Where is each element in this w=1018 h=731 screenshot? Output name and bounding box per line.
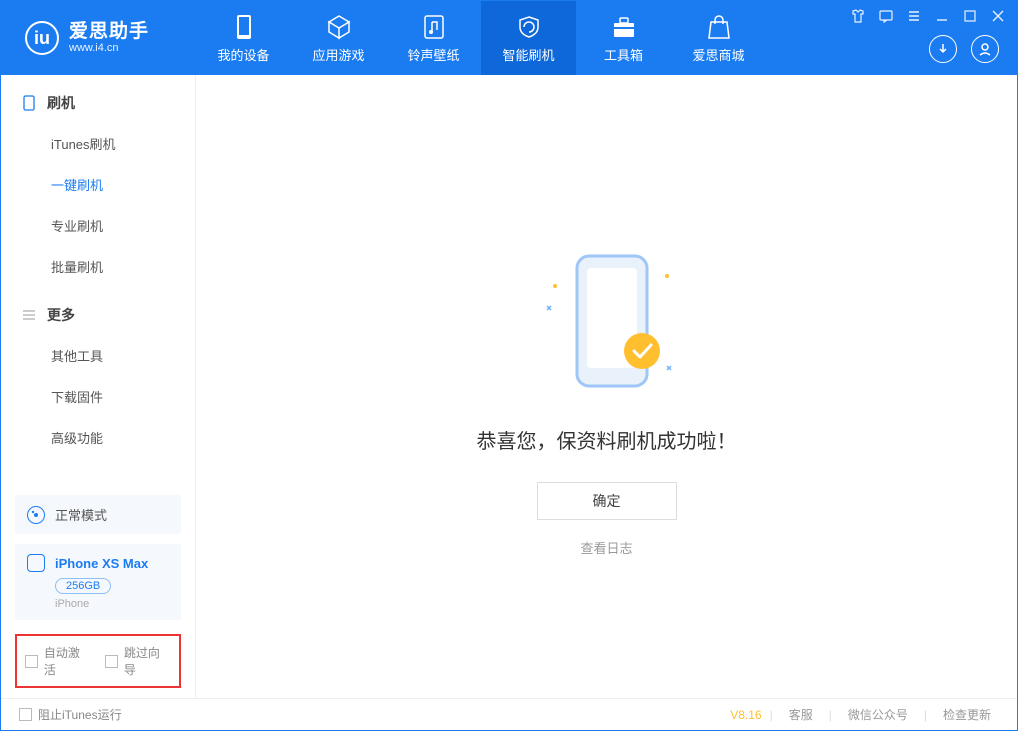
sidebar-item-pro-flash[interactable]: 专业刷机	[1, 205, 195, 246]
sidebar: 刷机 iTunes刷机 一键刷机 专业刷机 批量刷机 更多 其他工具 下载固件 …	[1, 75, 196, 698]
success-illustration	[517, 246, 697, 401]
view-log-link[interactable]: 查看日志	[580, 538, 632, 557]
checkbox-row: 自动激活 跳过向导	[15, 634, 181, 688]
logo-icon: iu	[25, 21, 59, 55]
footer-link-update[interactable]: 检查更新	[935, 706, 999, 723]
device-mode-box[interactable]: 正常模式	[15, 495, 181, 534]
shield-refresh-icon	[516, 13, 542, 41]
sidebar-item-download-firmware[interactable]: 下载固件	[1, 376, 195, 417]
music-file-icon	[423, 13, 445, 41]
phone-outline-icon	[21, 95, 37, 111]
main-content: 恭喜您，保资料刷机成功啦！ 确定 查看日志	[196, 75, 1017, 698]
menu-icon[interactable]	[905, 7, 923, 25]
checkbox-skip-guide[interactable]: 跳过向导	[105, 644, 171, 678]
app-header: iu 爱思助手 www.i4.cn 我的设备 应用游戏 铃声壁纸 智能刷机 工具…	[1, 1, 1017, 75]
nav-ringtones[interactable]: 铃声壁纸	[386, 1, 481, 75]
device-type: iPhone	[55, 598, 169, 610]
sidebar-item-other-tools[interactable]: 其他工具	[1, 335, 195, 376]
sidebar-section-more: 更多	[1, 305, 195, 335]
app-title: 爱思助手	[69, 22, 149, 43]
device-storage: 256GB	[55, 578, 111, 594]
maximize-icon[interactable]	[961, 7, 979, 25]
header-right-bottom	[929, 35, 999, 63]
checkbox-icon	[19, 708, 32, 721]
success-message: 恭喜您，保资料刷机成功啦！	[477, 425, 737, 454]
close-icon[interactable]	[989, 7, 1007, 25]
cube-icon	[326, 13, 352, 41]
phone-icon	[235, 13, 253, 41]
nav-smart-flash[interactable]: 智能刷机	[481, 1, 576, 75]
user-button[interactable]	[971, 35, 999, 63]
mode-icon	[27, 506, 45, 524]
nav-apps-games[interactable]: 应用游戏	[291, 1, 386, 75]
app-url: www.i4.cn	[69, 42, 149, 54]
checkbox-auto-activate[interactable]: 自动激活	[25, 644, 91, 678]
bag-icon	[707, 13, 731, 41]
download-button[interactable]	[929, 35, 957, 63]
nav-store[interactable]: 爱思商城	[671, 1, 766, 75]
logo-area: iu 爱思助手 www.i4.cn	[1, 21, 196, 55]
device-name: iPhone XS Max	[55, 556, 148, 571]
feedback-icon[interactable]	[877, 7, 895, 25]
footer-link-wechat[interactable]: 微信公众号	[840, 706, 916, 723]
tshirt-icon[interactable]	[849, 7, 867, 25]
checkbox-block-itunes[interactable]: 阻止iTunes运行	[19, 706, 122, 723]
nav-my-device[interactable]: 我的设备	[196, 1, 291, 75]
nav-toolbox[interactable]: 工具箱	[576, 1, 671, 75]
toolbox-icon	[611, 13, 637, 41]
titlebar-controls	[849, 7, 1007, 25]
ok-button[interactable]: 确定	[537, 482, 677, 520]
checkbox-icon	[25, 655, 38, 668]
sidebar-section-flash: 刷机	[1, 93, 195, 123]
list-icon	[21, 309, 37, 321]
sidebar-item-oneclick-flash[interactable]: 一键刷机	[1, 164, 195, 205]
device-icon	[27, 554, 45, 572]
version-label: V8.16	[730, 708, 761, 722]
device-info-box[interactable]: iPhone XS Max 256GB iPhone	[15, 544, 181, 620]
checkbox-icon	[105, 655, 118, 668]
sidebar-item-batch-flash[interactable]: 批量刷机	[1, 246, 195, 287]
footer-link-service[interactable]: 客服	[781, 706, 821, 723]
top-nav: 我的设备 应用游戏 铃声壁纸 智能刷机 工具箱 爱思商城	[196, 1, 766, 75]
footer: 阻止iTunes运行 V8.16 | 客服 | 微信公众号 | 检查更新	[1, 698, 1017, 730]
minimize-icon[interactable]	[933, 7, 951, 25]
sidebar-item-itunes-flash[interactable]: iTunes刷机	[1, 123, 195, 164]
sidebar-item-advanced[interactable]: 高级功能	[1, 417, 195, 458]
